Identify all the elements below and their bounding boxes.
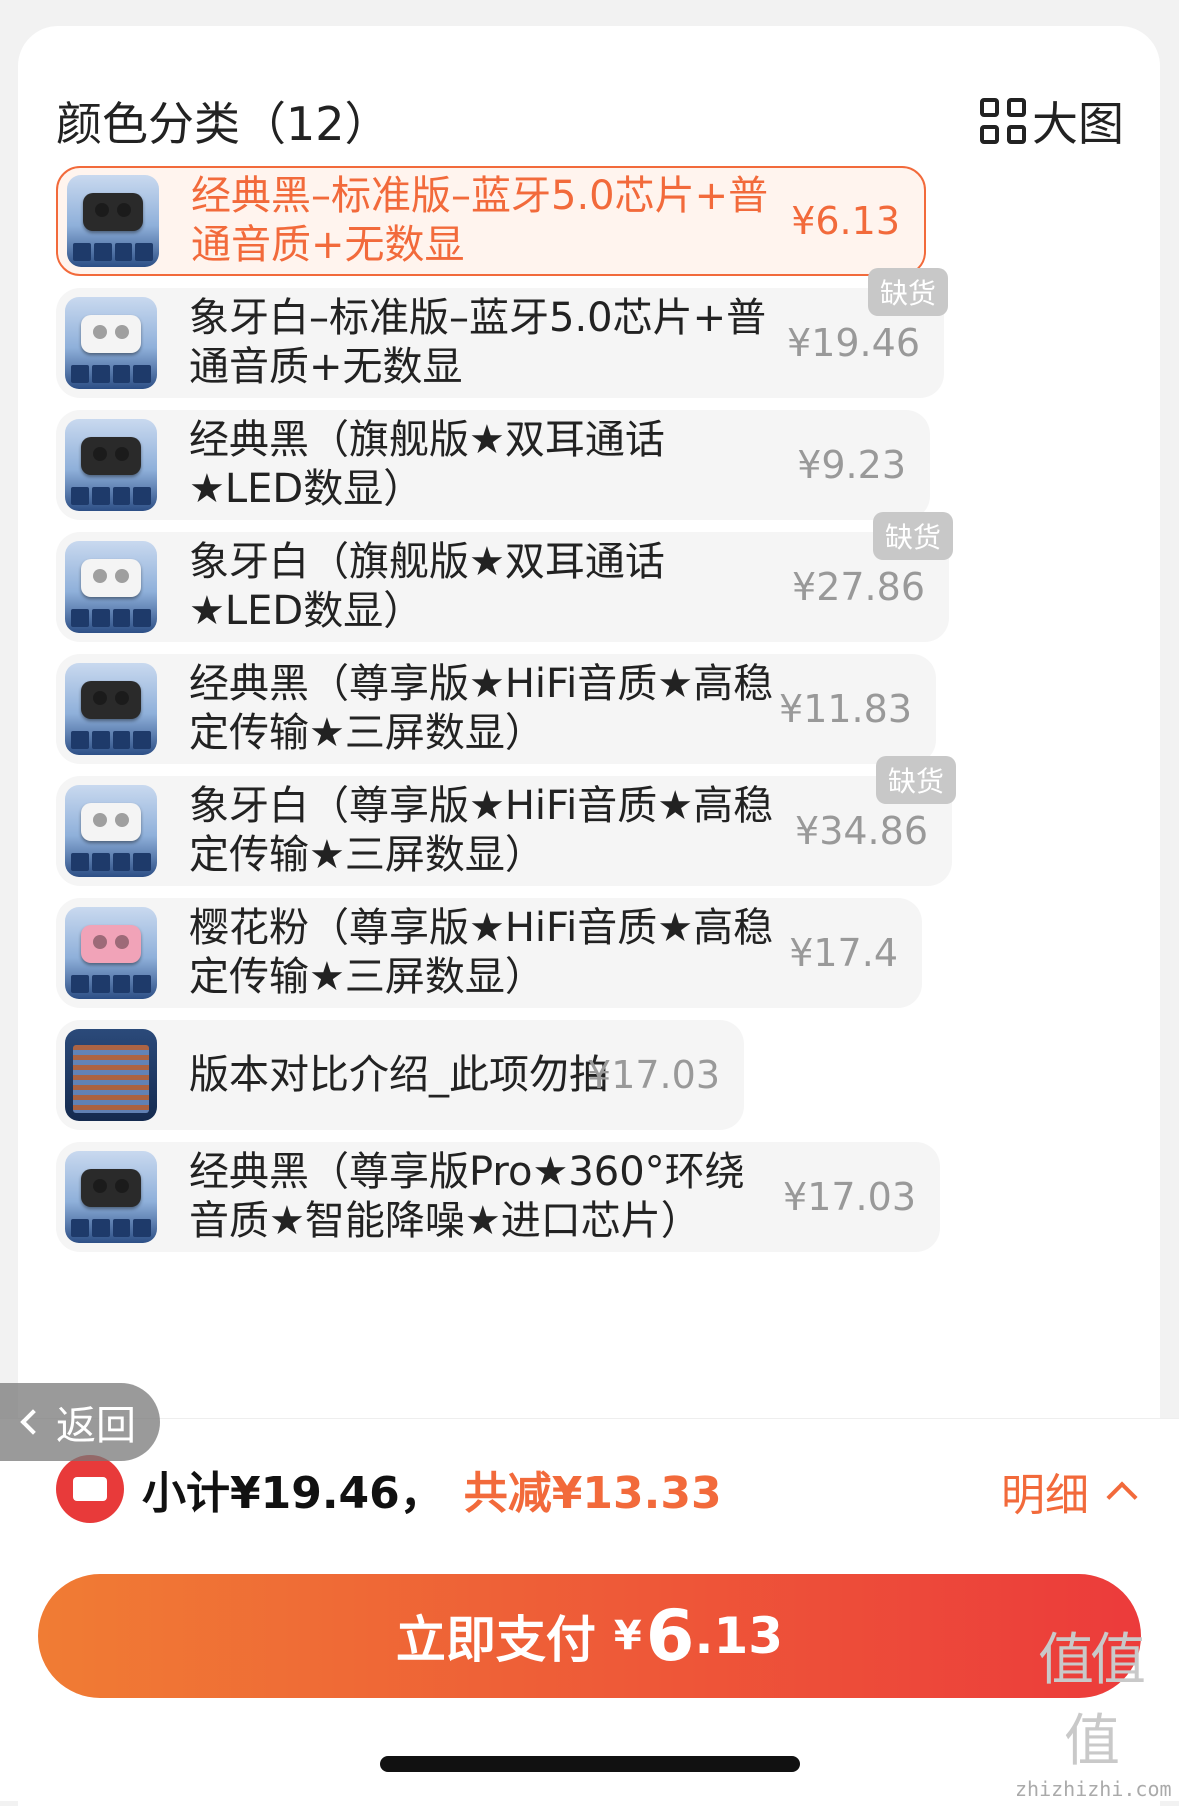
sku-option-classic-black-flagship[interactable]: 经典黑（旗舰版★双耳通话★LED数显） ¥9.23 <box>56 410 930 520</box>
watermark: 值值值 zhizhizhi.com <box>1015 1615 1172 1801</box>
checkout-footer: 小计¥19.46， 共减¥13.33 明细 立即支付 ¥ 6 .13 值值值 z… <box>0 1418 1179 1801</box>
sku-label: 象牙白（尊享版★HiFi音质★高稳定传输★三屏数显） <box>189 783 774 878</box>
sku-price: ¥17.03 <box>587 1053 720 1097</box>
sku-label: 象牙白（旗舰版★双耳通话★LED数显） <box>189 539 665 634</box>
sku-thumbnail <box>67 175 159 267</box>
sku-price: ¥17.03 <box>783 1175 916 1219</box>
sku-option-classic-black-premium[interactable]: 经典黑（尊享版★HiFi音质★高稳定传输★三屏数显） ¥11.83 <box>56 654 936 764</box>
sku-price: ¥27.86 <box>792 565 925 609</box>
sku-label: 经典黑（旗舰版★双耳通话★LED数显） <box>189 417 665 512</box>
sku-thumbnail <box>65 541 157 633</box>
sku-thumbnail <box>65 1151 157 1243</box>
large-view-toggle[interactable]: 大图 <box>980 88 1124 154</box>
pay-label: 立即支付 <box>395 1611 596 1669</box>
sku-label: 樱花粉（尊享版★HiFi音质★高稳定传输★三屏数显） <box>189 905 774 1000</box>
subtotal-text: 小计¥19.46， <box>142 1468 444 1519</box>
sku-option-classic-black-standard[interactable]: 经典黑–标准版–蓝牙5.0芯片+普通音质+无数显 ¥6.13 <box>56 166 926 276</box>
price-summary: 小计¥19.46， 共减¥13.33 <box>56 1455 722 1523</box>
sku-option-classic-black-premium-pro[interactable]: 经典黑（尊享版Pro★360°环绕音质★智能降噪★进口芯片） ¥17.03 <box>56 1142 940 1252</box>
sku-label: 经典黑（尊享版Pro★360°环绕音质★智能降噪★进口芯片） <box>189 1149 745 1244</box>
sku-price: ¥11.83 <box>779 687 912 731</box>
sheet-title: 颜色分类（12） <box>56 97 391 151</box>
back-label: 返回 <box>56 1403 136 1449</box>
sku-price: ¥19.46 <box>787 321 920 365</box>
pay-amount-integer: 6 <box>645 1595 695 1677</box>
sku-label: 象牙白–标准版–蓝牙5.0芯片+普通音质+无数显 <box>189 295 767 390</box>
watermark-site: zhizhizhi.com <box>1015 1777 1172 1801</box>
sku-price: ¥9.23 <box>797 443 906 487</box>
out-of-stock-badge: 缺货 <box>872 512 953 560</box>
sku-label: 版本对比介绍_此项勿拍 <box>189 1051 609 1098</box>
home-indicator <box>380 1756 800 1772</box>
discount-text: 共减¥13.33 <box>463 1468 722 1519</box>
sku-thumbnail <box>65 1029 157 1121</box>
pay-amount-decimal: .13 <box>694 1607 784 1665</box>
pay-now-button[interactable]: 立即支付 ¥ 6 .13 <box>38 1574 1141 1698</box>
sku-label: 经典黑（尊享版★HiFi音质★高稳定传输★三屏数显） <box>189 661 774 756</box>
pay-currency: ¥ <box>613 1613 642 1659</box>
sku-price: ¥6.13 <box>791 199 900 243</box>
coupon-icon <box>56 1455 124 1523</box>
detail-toggle[interactable]: 明细 <box>1001 1459 1138 1523</box>
sku-option-ivory-white-premium[interactable]: 象牙白（尊享版★HiFi音质★高稳定传输★三屏数显） ¥34.86 缺货 <box>56 756 956 886</box>
sku-thumbnail <box>65 297 157 389</box>
sku-label: 经典黑–标准版–蓝牙5.0芯片+普通音质+无数显 <box>191 173 769 268</box>
out-of-stock-badge: 缺货 <box>867 268 948 316</box>
grid-view-icon <box>980 98 1026 144</box>
sku-option-sakura-pink-premium[interactable]: 樱花粉（尊享版★HiFi音质★高稳定传输★三屏数显） ¥17.4 <box>56 898 922 1008</box>
sku-thumbnail <box>65 419 157 511</box>
large-view-label: 大图 <box>1032 97 1124 151</box>
sheet-header: 颜色分类（12） 大图 <box>56 81 1124 161</box>
sku-option-version-comparison[interactable]: 版本对比介绍_此项勿拍 ¥17.03 <box>56 1020 744 1130</box>
sku-option-ivory-white-flagship[interactable]: 象牙白（旗舰版★双耳通话★LED数显） ¥27.86 缺货 <box>56 512 953 642</box>
sku-thumbnail <box>65 907 157 999</box>
watermark-mark: 值值值 <box>1038 1628 1146 1774</box>
sku-price: ¥34.86 <box>795 809 928 853</box>
detail-label: 明细 <box>1001 1470 1089 1521</box>
sku-thumbnail <box>65 663 157 755</box>
chevron-left-icon <box>20 1409 46 1435</box>
sku-option-ivory-white-standard[interactable]: 象牙白–标准版–蓝牙5.0芯片+普通音质+无数显 ¥19.46 缺货 <box>56 268 948 398</box>
sku-price: ¥17.4 <box>789 931 898 975</box>
out-of-stock-badge: 缺货 <box>875 756 956 804</box>
chevron-up-icon <box>1106 1481 1138 1513</box>
sku-thumbnail <box>65 785 157 877</box>
back-button[interactable]: 返回 <box>0 1383 160 1461</box>
